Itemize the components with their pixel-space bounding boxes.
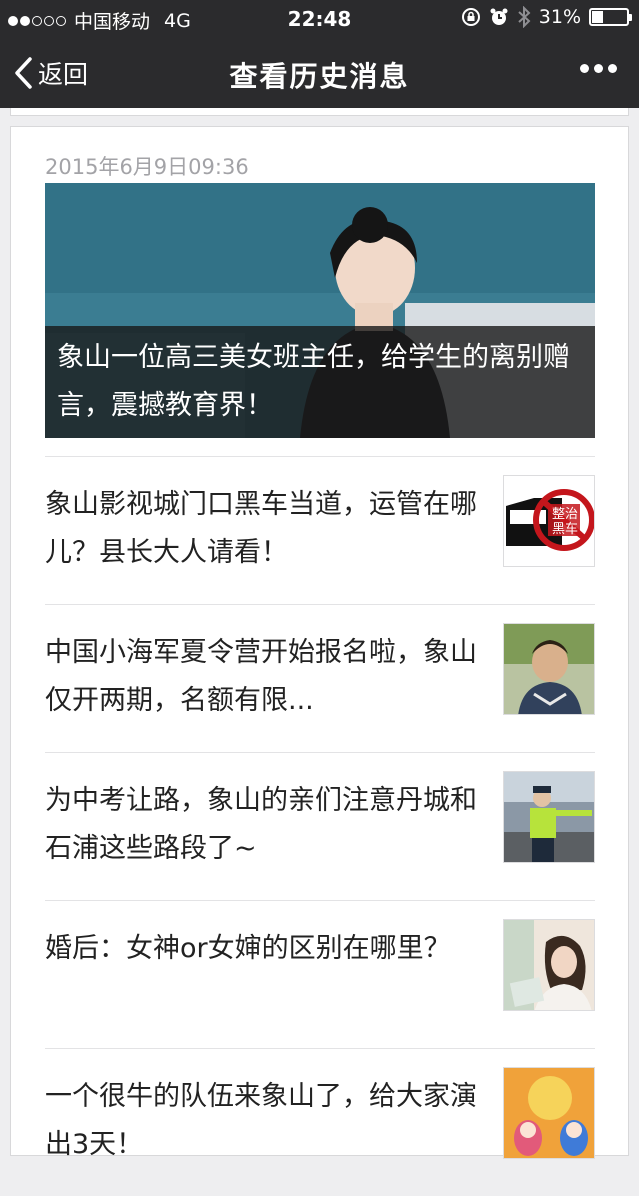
article-thumbnail [503,771,595,863]
article-thumbnail: 整治 黑车 [503,475,595,567]
article-thumbnail [503,1067,595,1159]
featured-article-title: 象山一位高三美女班主任，给学生的离别赠言，震撼教育界！ [45,326,595,438]
lock-rotation-icon [461,8,480,26]
article-item[interactable]: 中国小海军夏令营开始报名啦，象山仅开两期，名额有限... [45,604,595,752]
article-item[interactable]: 一个很牛的队伍来象山了，给大家演出3天！ [45,1048,595,1196]
opera-performance-thumbnail [504,1068,594,1158]
alarm-icon [490,8,508,25]
article-title: 为中考让路，象山的亲们注意丹城和石浦这些路段了~ [45,785,477,864]
history-message-card: 2015年6月9日09:36 象山一位高三美女班主任，给学生的离别赠言，震撼教育… [10,126,629,1160]
navigation-bar: 返回 查看历史消息 [0,38,639,108]
page-title: 查看历史消息 [229,60,410,93]
article-title: 一个很牛的队伍来象山了，给大家演出3天！ [45,1081,477,1160]
bluetooth-icon [518,6,531,28]
back-button[interactable]: 返回 [12,55,88,91]
black-car-crackdown-thumbnail: 整治 黑车 [504,476,594,566]
article-title: 婚后：女神or女婶的区别在哪里？ [45,933,451,964]
carrier-group: 中国移动 4G [8,7,191,34]
signal-strength-icon [8,15,66,26]
battery-icon [589,8,632,26]
thumb-text-2: 黑车 [552,521,578,537]
network-type: 4G [164,9,191,32]
battery-percent: 31% [538,6,581,28]
more-button[interactable] [580,64,617,73]
traffic-police-thumbnail [504,772,594,862]
article-thumbnail [503,623,595,715]
thumb-text-1: 整治 [552,507,578,522]
chevron-left-icon [15,57,32,89]
status-bar: 中国移动 4G 22:48 31% [0,0,639,38]
previous-message-card-edge [10,108,629,116]
carrier-name: 中国移动 [74,11,151,33]
message-timestamp: 2015年6月9日09:36 [45,155,249,179]
featured-article[interactable]: 象山一位高三美女班主任，给学生的离别赠言，震撼教育界！ [45,183,595,438]
battery-level-fill [592,11,603,23]
woman-photo-thumbnail [504,920,594,1010]
article-item[interactable]: 为中考让路，象山的亲们注意丹城和石浦这些路段了~ [45,752,595,900]
status-icons: 31% [461,6,632,28]
boy-photo-thumbnail [504,624,594,714]
article-item[interactable]: 婚后：女神or女婶的区别在哪里？ [45,900,595,1048]
back-label: 返回 [38,60,89,89]
article-title: 象山影视城门口黑车当道，运管在哪儿？县长大人请看！ [45,489,477,568]
article-thumbnail [503,919,595,1011]
article-title: 中国小海军夏令营开始报名啦，象山仅开两期，名额有限... [45,637,477,716]
more-icon [580,64,589,73]
article-item[interactable]: 象山影视城门口黑车当道，运管在哪儿？县长大人请看！ 整治 黑车 [45,456,595,604]
